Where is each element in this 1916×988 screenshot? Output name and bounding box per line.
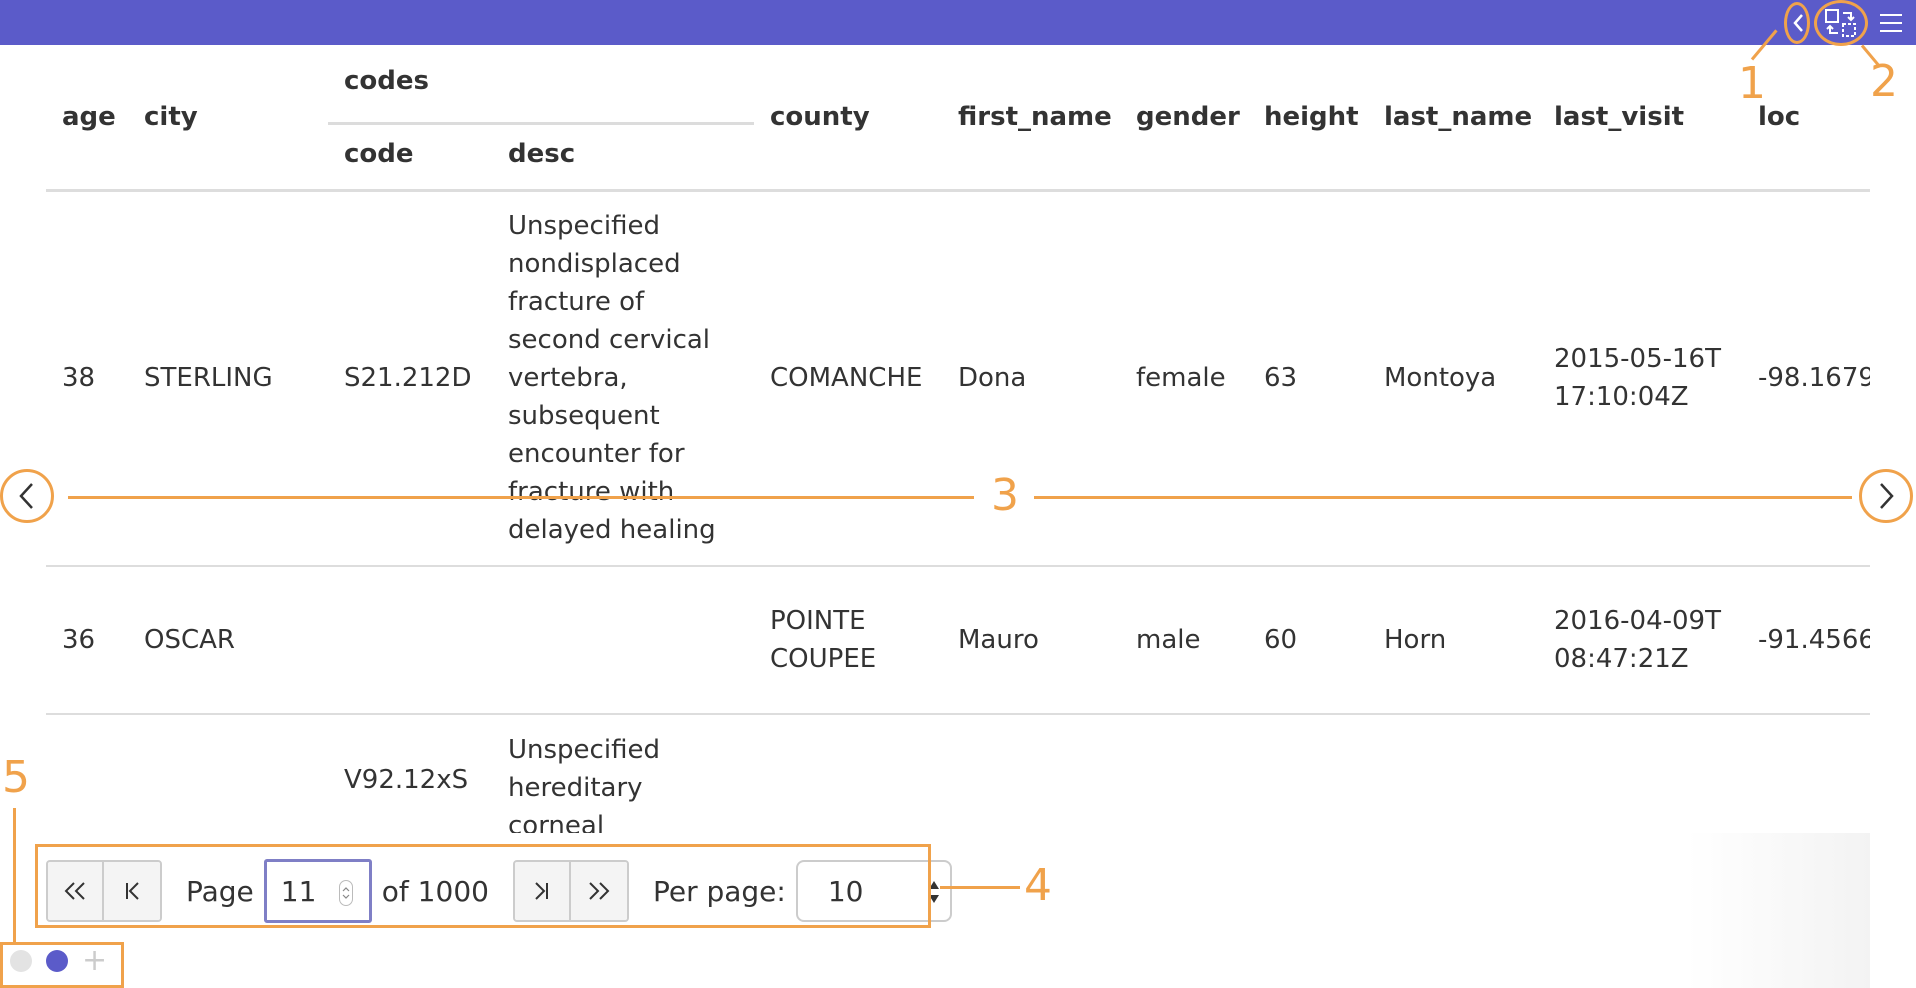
cell-height: 63 <box>1264 363 1298 394</box>
annotation-line-4 <box>940 886 1020 889</box>
cell-loc <box>1742 714 1870 833</box>
column-header-city[interactable]: city <box>128 45 328 190</box>
annotation-number-2: 2 <box>1870 56 1898 107</box>
table-row[interactable]: 36 OSCAR POINTE COUPEE Mauro male 60 Hor… <box>46 566 1870 714</box>
annotation-circle-1 <box>1784 2 1810 44</box>
cell-last-visit: 2015-05-16T17:10:04Z <box>1554 344 1721 413</box>
scroll-right-button[interactable] <box>1859 469 1913 523</box>
cell-city <box>128 714 328 833</box>
annotation-number-4: 4 <box>1024 860 1052 911</box>
table-row[interactable]: V92.12xS Unspecified hereditary corneal <box>46 714 1870 833</box>
cell-last-name <box>1368 714 1538 833</box>
cell-city: OSCAR <box>144 625 235 655</box>
cell-age: 38 <box>62 363 96 394</box>
cell-age: 36 <box>62 625 96 655</box>
column-header-last-name[interactable]: last_name <box>1368 45 1538 190</box>
cell-last-name: Horn <box>1384 625 1447 655</box>
table-row[interactable]: 38 STERLING S21.212D Unspecified nondisp… <box>46 190 1870 566</box>
column-header-last-visit[interactable]: last_visit <box>1538 45 1742 190</box>
column-header-height[interactable]: height <box>1248 45 1368 190</box>
annotation-line-5 <box>13 808 16 944</box>
scroll-left-button[interactable] <box>0 469 54 523</box>
cell-gender <box>1120 714 1248 833</box>
column-group-header-codes[interactable]: codes <box>328 45 754 125</box>
grid-table: age city codes county first_name gender … <box>46 45 1870 833</box>
cell-height: 60 <box>1264 625 1298 655</box>
cell-desc: Unspecified hereditary corneal <box>508 735 660 833</box>
column-header-code[interactable]: code <box>328 119 492 190</box>
cell-desc <box>492 566 754 714</box>
annotation-line-3-left <box>68 496 974 499</box>
group-divider <box>328 121 754 125</box>
annotation-box-4 <box>35 844 931 928</box>
cell-code: S21.212D <box>344 363 472 394</box>
cell-gender: female <box>1136 363 1226 394</box>
annotation-number-1: 1 <box>1738 58 1766 109</box>
cell-first-name <box>942 714 1120 833</box>
cell-city: STERLING <box>144 363 273 394</box>
cell-age <box>46 714 128 833</box>
cell-code: V92.12xS <box>344 765 469 795</box>
cell-county <box>754 714 942 833</box>
cell-gender: male <box>1136 625 1201 655</box>
column-header-gender[interactable]: gender <box>1120 45 1248 190</box>
annotation-box-5 <box>0 942 124 988</box>
cell-desc: Unspecified nondisplaced fracture of sec… <box>508 211 716 546</box>
cell-county: POINTE COUPEE <box>770 606 877 674</box>
cell-loc: -91.4566 <box>1758 625 1870 655</box>
top-bar <box>0 0 1916 45</box>
column-header-age[interactable]: age <box>46 45 128 190</box>
cell-loc: -98.1679 <box>1758 363 1870 394</box>
chevron-left-icon <box>19 483 33 509</box>
annotation-number-5: 5 <box>2 752 30 803</box>
cell-last-name: Montoya <box>1384 363 1497 394</box>
annotation-line-3-right <box>1034 496 1852 499</box>
cell-code <box>328 566 492 714</box>
column-header-first-name[interactable]: first_name <box>942 45 1120 190</box>
column-header-county[interactable]: county <box>754 45 942 190</box>
cell-last-visit <box>1538 714 1742 833</box>
chevron-right-icon <box>1880 483 1894 509</box>
cell-first-name: Mauro <box>958 625 1039 655</box>
cell-county: COMANCHE <box>770 363 923 394</box>
annotation-circle-2 <box>1814 0 1868 46</box>
cell-last-visit: 2016-04-09T08:47:21Z <box>1554 606 1721 674</box>
hamburger-menu-icon[interactable] <box>1874 0 1908 45</box>
data-grid: age city codes county first_name gender … <box>46 45 1870 833</box>
column-group-label: codes <box>344 65 429 96</box>
cell-first-name: Dona <box>958 363 1027 394</box>
annotation-number-3: 3 <box>991 470 1019 521</box>
cell-height <box>1248 714 1368 833</box>
column-header-desc[interactable]: desc <box>492 119 754 190</box>
